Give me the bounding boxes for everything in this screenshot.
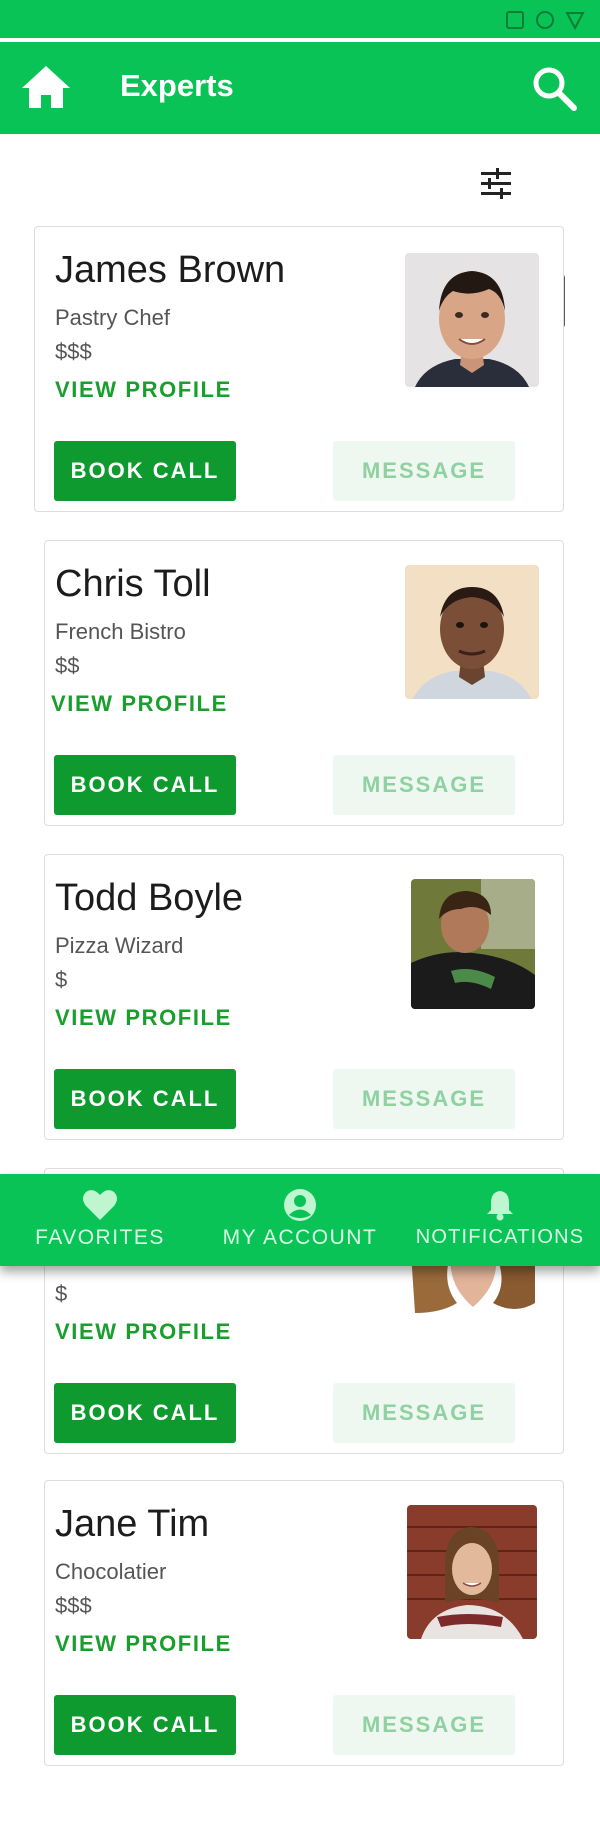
system-nav-icons xyxy=(504,9,586,31)
circle-icon xyxy=(536,11,554,29)
expert-name: Todd Boyle xyxy=(55,877,244,919)
nav-favorites[interactable]: FAVORITES xyxy=(0,1174,200,1266)
portrait-image xyxy=(407,1505,537,1639)
view-profile-link[interactable]: VIEW PROFILE xyxy=(51,691,228,717)
nav-label: MY ACCOUNT xyxy=(222,1226,378,1249)
book-call-button[interactable]: BOOK CALL xyxy=(54,1695,236,1755)
expert-card: Chris Toll French Bistro $$ VIEW PROFILE… xyxy=(44,540,564,826)
square-icon xyxy=(506,11,524,29)
book-call-button[interactable]: BOOK CALL xyxy=(54,1383,236,1443)
nav-label: NOTIFICATIONS xyxy=(415,1226,585,1248)
nav-label: FAVORITES xyxy=(35,1226,165,1249)
home-icon[interactable] xyxy=(20,64,72,110)
nav-notifications[interactable]: NOTIFICATIONS xyxy=(400,1174,600,1266)
search-icon[interactable] xyxy=(530,64,578,112)
expert-photo xyxy=(411,879,535,1009)
book-call-button[interactable]: BOOK CALL xyxy=(54,755,236,815)
view-profile-link[interactable]: VIEW PROFILE xyxy=(55,1319,232,1345)
book-call-button[interactable]: BOOK CALL xyxy=(54,441,236,501)
expert-price: $$$ xyxy=(55,339,92,364)
expert-role: Chocolatier xyxy=(55,1559,167,1584)
book-call-button[interactable]: BOOK CALL xyxy=(54,1069,236,1129)
expert-photo xyxy=(405,565,539,699)
expert-card: James Brown Pastry Chef $$$ VIEW PROFILE… xyxy=(34,226,564,512)
bottom-navigation: FAVORITES MY ACCOUNT NOTIFICATIONS xyxy=(0,1174,600,1266)
page-title: Experts xyxy=(120,68,234,103)
expert-price: $ xyxy=(55,1281,68,1306)
message-button[interactable]: MESSAGE xyxy=(333,1069,515,1129)
view-profile-link[interactable]: VIEW PROFILE xyxy=(55,1005,232,1031)
triangle-icon xyxy=(565,12,585,31)
expert-photo xyxy=(405,253,539,387)
message-button[interactable]: MESSAGE xyxy=(333,441,515,501)
expert-role: Pizza Wizard xyxy=(55,933,184,958)
filter-sliders-icon[interactable] xyxy=(478,166,514,202)
status-bar xyxy=(0,0,600,40)
expert-role: French Bistro xyxy=(55,619,186,644)
app-bar: Experts xyxy=(0,42,600,134)
portrait-image xyxy=(405,565,539,699)
expert-price: $$$ xyxy=(55,1593,92,1618)
portrait-image xyxy=(405,253,539,387)
account-circle-icon xyxy=(284,1189,316,1221)
expert-price: $ xyxy=(55,967,68,992)
expert-card: Todd Boyle Pizza Wizard $ VIEW PROFILE B… xyxy=(44,854,564,1140)
message-button[interactable]: MESSAGE xyxy=(333,1695,515,1755)
expert-name: Jane Tim xyxy=(55,1503,210,1545)
expert-name: James Brown xyxy=(55,249,286,291)
message-button[interactable]: MESSAGE xyxy=(333,755,515,815)
message-button[interactable]: MESSAGE xyxy=(333,1383,515,1443)
expert-name: Chris Toll xyxy=(55,563,211,605)
expert-role: Pastry Chef xyxy=(55,305,170,330)
bell-icon xyxy=(487,1191,513,1221)
portrait-image xyxy=(411,879,535,1009)
view-profile-link[interactable]: VIEW PROFILE xyxy=(55,377,232,403)
expert-photo xyxy=(407,1505,537,1639)
expert-price: $$ xyxy=(55,653,80,678)
view-profile-link[interactable]: VIEW PROFILE xyxy=(55,1631,232,1657)
heart-icon xyxy=(83,1190,117,1220)
nav-my-account[interactable]: MY ACCOUNT xyxy=(200,1174,400,1266)
expert-card: Jane Tim Chocolatier $$$ VIEW PROFILE BO… xyxy=(44,1480,564,1766)
